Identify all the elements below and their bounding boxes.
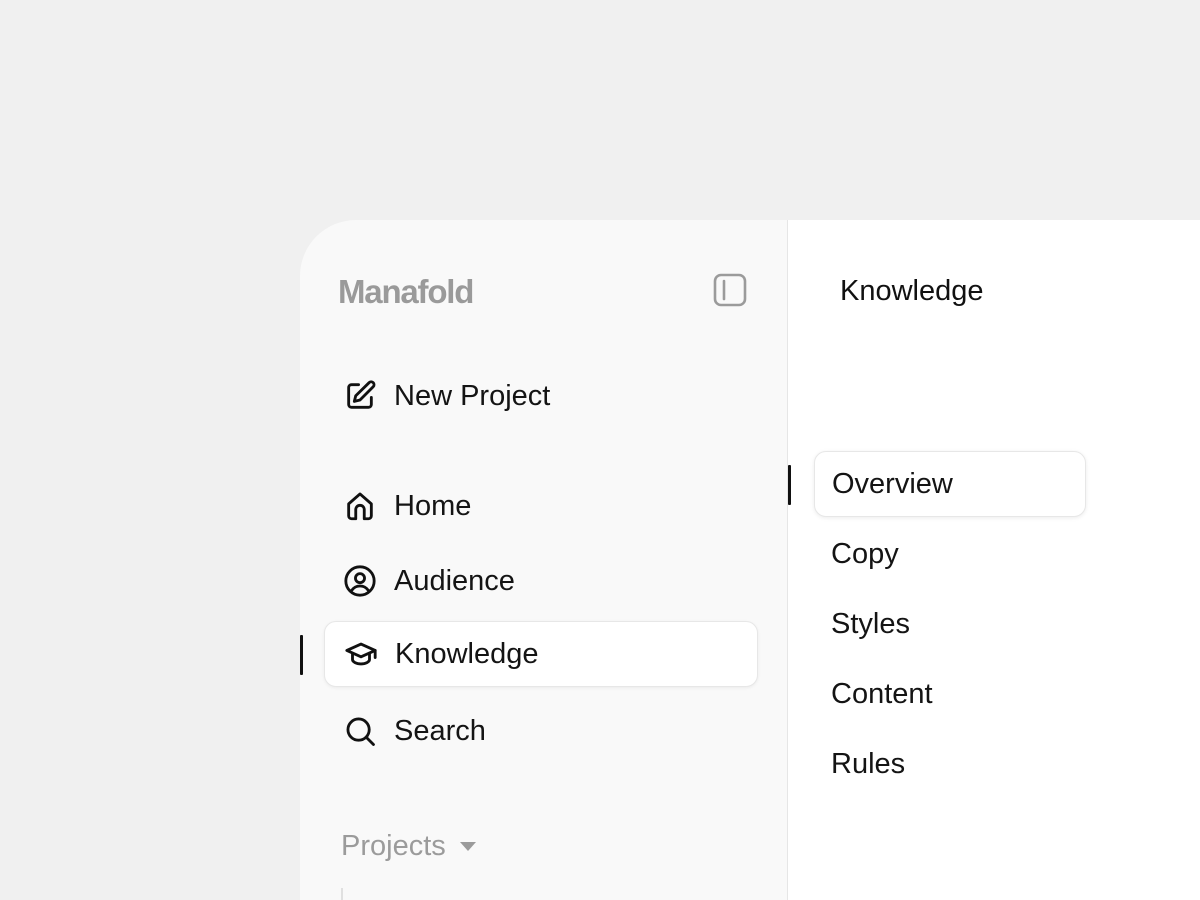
tree-guide-line <box>341 888 343 900</box>
sidebar-panel-icon <box>713 273 747 307</box>
content-panel: Knowledge Overview Copy Styles Content R… <box>788 220 1200 900</box>
sidebar-item-label: Search <box>394 715 486 747</box>
search-icon <box>342 713 378 749</box>
subnav-item-styles[interactable]: Styles <box>814 591 1086 657</box>
subnav-item-overview[interactable]: Overview <box>814 451 1086 517</box>
sidebar-item-label: Home <box>394 490 472 522</box>
graduation-cap-icon <box>343 636 379 672</box>
projects-label: Projects <box>341 830 446 862</box>
subnav-item-label: Styles <box>831 608 910 640</box>
sidebar-item-label: Knowledge <box>395 638 539 670</box>
page-title: Knowledge <box>840 275 984 307</box>
sidebar-item-knowledge[interactable]: Knowledge <box>324 621 758 687</box>
active-indicator <box>300 635 303 675</box>
brand-logo: Manafold <box>338 273 474 310</box>
page-background: Manafold New Project Home Audience Knowl… <box>0 0 1200 900</box>
app-window: Manafold New Project Home Audience Knowl… <box>300 220 1200 900</box>
subnav-item-label: Copy <box>831 538 899 570</box>
subnav-item-copy[interactable]: Copy <box>814 521 1086 587</box>
sidebar-item-search[interactable]: Search <box>324 698 758 764</box>
sidebar-item-home[interactable]: Home <box>324 473 758 539</box>
subnav-item-label: Overview <box>832 468 953 500</box>
projects-section-toggle[interactable]: Projects <box>341 828 476 864</box>
edit-icon <box>342 378 378 414</box>
subnav-item-rules[interactable]: Rules <box>814 731 1086 797</box>
sidebar: Manafold New Project Home Audience Knowl… <box>300 220 788 900</box>
user-circle-icon <box>342 563 378 599</box>
subnav-item-content[interactable]: Content <box>814 661 1086 727</box>
active-indicator <box>788 465 791 505</box>
subnav-item-label: Rules <box>831 748 906 780</box>
sidebar-toggle-button[interactable] <box>712 272 748 308</box>
new-project-button[interactable]: New Project <box>324 363 758 429</box>
home-icon <box>342 488 378 524</box>
subnav-item-label: Content <box>831 678 933 710</box>
caret-down-icon <box>459 841 476 851</box>
new-project-label: New Project <box>394 380 551 412</box>
sidebar-item-label: Audience <box>394 565 515 597</box>
sidebar-item-audience[interactable]: Audience <box>324 548 758 614</box>
